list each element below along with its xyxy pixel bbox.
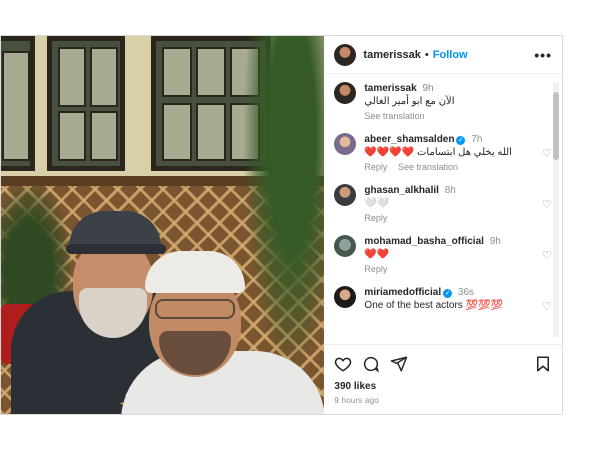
heart-outline-icon[interactable]: ♡ [542,300,552,313]
comment-username[interactable]: mohamad_basha_official [364,236,483,247]
reply-link[interactable]: Reply [364,264,387,274]
comment-time[interactable]: 36s [458,287,474,298]
avatar[interactable] [334,184,357,206]
heart-outline-icon[interactable]: ♡ [542,198,552,211]
bookmark-icon[interactable] [534,355,552,373]
post-timestamp[interactable]: 9 hours ago [334,396,552,405]
reply-link[interactable]: Reply [364,213,387,223]
comment-item: ghasan_alkhalil 8h 🤍🤍 Reply ♡ [334,184,552,223]
see-translation-link[interactable]: See translation [364,111,424,121]
photo-window [47,36,125,171]
comment-username[interactable]: ghasan_alkhalil [364,185,438,196]
avatar[interactable] [334,43,357,66]
comment-text: الآن مع ابو أمير الغالي [364,96,455,107]
comment-item: mohamad_basha_official 9h ❤️❤️ Reply ♡ [334,235,552,274]
photo-window [1,36,35,171]
comment-text: 🤍🤍 [364,198,390,209]
verified-badge-icon: ✓ [443,289,453,298]
post-actions: 390 likes 9 hours ago [324,344,562,414]
heart-icon[interactable] [334,355,352,373]
avatar[interactable] [334,82,357,104]
post-username[interactable]: tamerissak [363,49,421,61]
post-modal: ⅃⅂ tamerissak • Follow ••• [0,35,563,415]
more-options-icon[interactable]: ••• [534,47,552,63]
comment-text: One of the best actors 💯💯💯 [364,300,503,311]
comment-time[interactable]: 9h [422,83,433,94]
comment-item: miriamedofficial ✓ 36s One of the best ac… [334,286,552,313]
scrollbar-thumb[interactable] [553,92,559,160]
likes-count[interactable]: 390 likes [334,381,552,392]
comment-time[interactable]: 9h [490,236,501,247]
comment-time[interactable]: 8h [445,185,456,196]
reply-link[interactable]: Reply [364,162,387,172]
heart-outline-icon[interactable]: ♡ [542,147,552,160]
comments-list[interactable]: tamerissak 9h الآن مع ابو أمير الغالي Se… [324,74,562,344]
photo-person-right [121,251,325,414]
avatar[interactable] [334,133,357,155]
follow-button[interactable]: Follow [433,49,468,61]
share-icon[interactable] [390,355,408,373]
separator-dot: • [424,48,429,61]
comment-username[interactable]: miriamedofficial [364,287,441,298]
verified-badge-icon: ✓ [456,136,466,145]
post-photo[interactable]: ⅃⅂ [1,36,325,414]
comment-time[interactable]: 7h [471,134,482,145]
comment-text: ❤️❤️ [364,249,390,260]
see-translation-link[interactable]: See translation [398,162,458,172]
avatar[interactable] [334,286,357,308]
comment-username[interactable]: abeer_shamsalden [364,134,454,145]
avatar[interactable] [334,235,357,257]
heart-outline-icon[interactable]: ♡ [542,249,552,262]
scrollbar[interactable] [553,82,559,337]
post-sidebar: tamerissak • Follow ••• tamerissak 9h ال… [324,36,562,414]
comment-text: الله يخلي هل ابتسامات ❤️❤️❤️❤️ [364,147,512,158]
comment-item: tamerissak 9h الآن مع ابو أمير الغالي Se… [334,82,540,121]
comment-icon[interactable] [362,355,380,373]
comment-username[interactable]: tamerissak [364,83,416,94]
post-header: tamerissak • Follow ••• [324,36,562,74]
comment-item: abeer_shamsalden ✓ 7h الله يخلي هل ابتسام… [334,133,552,172]
